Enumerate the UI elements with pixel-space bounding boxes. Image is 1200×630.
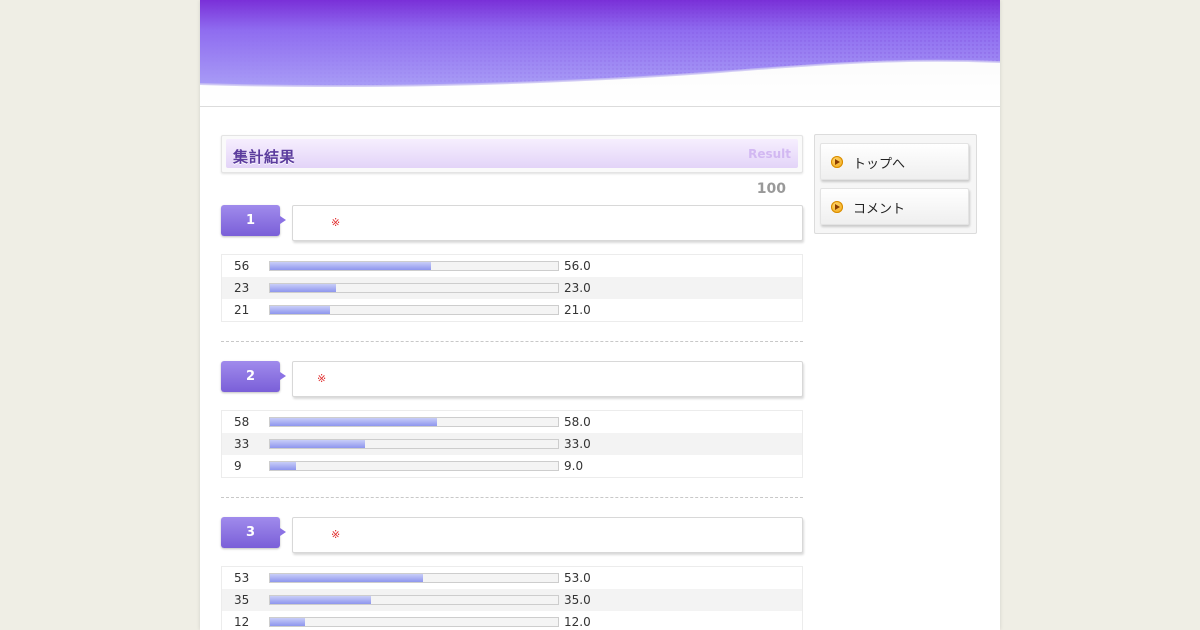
header-banner xyxy=(200,0,1000,107)
result-bar-fill xyxy=(270,574,423,582)
result-bar-fill xyxy=(270,596,371,604)
result-row: 21 21.0 xyxy=(222,299,802,321)
result-bar-fill xyxy=(270,306,331,314)
result-percent: 33.0 xyxy=(564,437,591,451)
question-mark: ※ xyxy=(331,216,341,229)
play-circle-icon xyxy=(831,156,843,168)
results-title-background: 集計結果 Result xyxy=(226,139,798,168)
result-bar-fill xyxy=(270,462,296,470)
nav-top-label: トップへ xyxy=(853,157,906,172)
result-row: 23 23.0 xyxy=(222,277,802,299)
result-count: 56 xyxy=(234,259,250,273)
result-percent: 53.0 xyxy=(564,571,591,585)
result-table: 58 58.0 33 33.0 9 9.0 xyxy=(221,410,803,478)
result-bar xyxy=(269,305,559,315)
result-bar xyxy=(269,461,559,471)
section-divider xyxy=(221,341,803,342)
results-title-bar: 集計結果 Result xyxy=(221,135,803,173)
play-circle-icon xyxy=(831,201,843,213)
result-bar-fill xyxy=(270,262,432,270)
question-mark: ※ xyxy=(331,528,341,541)
result-count: 35 xyxy=(234,593,250,607)
page: 集計結果 Result 100 1 ※ 56 56.0 23 23.0 21 2… xyxy=(200,0,1000,630)
result-row: 33 33.0 xyxy=(222,433,802,455)
result-table: 56 56.0 23 23.0 21 21.0 xyxy=(221,254,803,322)
result-percent: 12.0 xyxy=(564,615,591,629)
result-count: 53 xyxy=(234,571,250,585)
badge-arrow-icon xyxy=(280,528,286,536)
question-text-box: ※ xyxy=(292,361,803,397)
results-main: 集計結果 Result 100 1 ※ 56 56.0 23 23.0 21 2… xyxy=(221,135,803,630)
result-bar xyxy=(269,617,559,627)
badge-arrow-icon xyxy=(280,372,286,380)
question-number-badge: 3 xyxy=(221,517,280,548)
result-count: 21 xyxy=(234,303,250,317)
result-bar-fill xyxy=(270,284,337,292)
result-count: 58 xyxy=(234,415,250,429)
question-text-box: ※ xyxy=(292,517,803,553)
result-percent: 21.0 xyxy=(564,303,591,317)
result-percent: 9.0 xyxy=(564,459,584,473)
result-row: 9 9.0 xyxy=(222,455,802,477)
header-wave-graphic xyxy=(200,0,1000,88)
result-bar-fill xyxy=(270,618,305,626)
question-text-box: ※ xyxy=(292,205,803,241)
result-bar xyxy=(269,283,559,293)
nav-comment-label: コメント xyxy=(853,202,906,217)
result-bar xyxy=(269,439,559,449)
result-row: 35 35.0 xyxy=(222,589,802,611)
result-bar-fill xyxy=(270,418,438,426)
question-number-badge: 1 xyxy=(221,205,280,236)
result-count: 9 xyxy=(234,459,242,473)
result-bar xyxy=(269,417,559,427)
result-percent: 56.0 xyxy=(564,259,591,273)
result-row: 58 58.0 xyxy=(222,411,802,433)
result-row: 56 56.0 xyxy=(222,255,802,277)
badge-arrow-icon xyxy=(280,216,286,224)
result-percent: 58.0 xyxy=(564,415,591,429)
result-bar xyxy=(269,595,559,605)
result-bar xyxy=(269,261,559,271)
question-mark: ※ xyxy=(317,372,327,385)
result-count: 23 xyxy=(234,281,250,295)
question-number-badge: 2 xyxy=(221,361,280,392)
result-percent: 35.0 xyxy=(564,593,591,607)
result-row: 53 53.0 xyxy=(222,567,802,589)
result-bar-fill xyxy=(270,440,366,448)
nav-comment-button[interactable]: コメント xyxy=(820,188,969,225)
page-title: 集計結果 xyxy=(233,148,296,166)
result-row: 12 12.0 xyxy=(222,611,802,630)
result-table: 53 53.0 35 35.0 12 12.0 xyxy=(221,566,803,630)
result-percent: 23.0 xyxy=(564,281,591,295)
page-title-english: Result xyxy=(748,147,791,161)
result-count: 12 xyxy=(234,615,250,629)
total-responses: 100 xyxy=(756,181,786,197)
section-divider xyxy=(221,497,803,498)
nav-top-button[interactable]: トップへ xyxy=(820,143,969,180)
result-count: 33 xyxy=(234,437,250,451)
result-bar xyxy=(269,573,559,583)
sidebar-nav: トップへ コメント xyxy=(814,134,977,234)
